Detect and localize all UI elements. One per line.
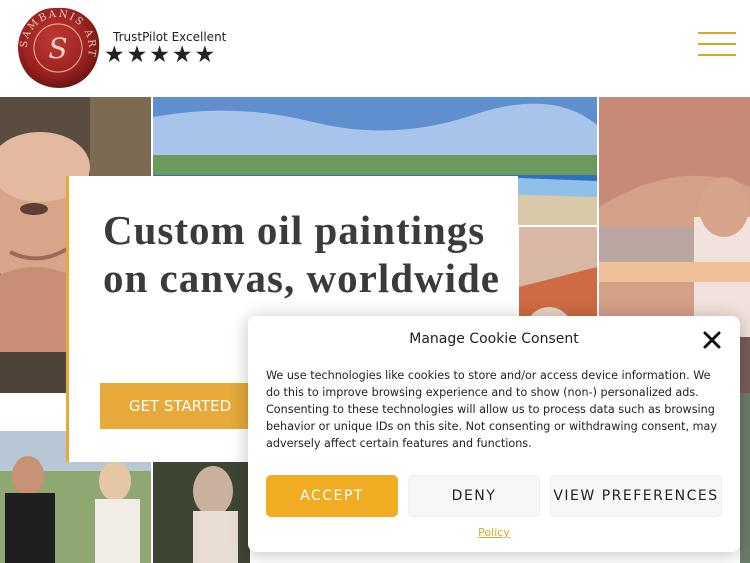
cookie-consent-dialog: Manage Cookie Consent We use technologie…: [248, 316, 740, 552]
hamburger-icon-line: [698, 54, 736, 56]
hero-title: Custom oil paintings on canvas, worldwid…: [103, 207, 501, 301]
hamburger-icon: [698, 32, 736, 34]
close-button[interactable]: [700, 328, 724, 352]
hamburger-icon-line: [698, 43, 736, 45]
star-icon: ★: [194, 42, 216, 68]
wax-seal-logo-icon: SAMBANIS ART S: [18, 7, 100, 88]
view-preferences-button[interactable]: VIEW PREFERENCES: [550, 475, 722, 517]
star-icon: ★: [171, 42, 193, 68]
cookie-dialog-body: We use technologies like cookies to stor…: [266, 369, 718, 450]
get-started-button[interactable]: GET STARTED: [100, 383, 260, 429]
star-icon: ★: [104, 42, 125, 68]
site-header: SAMBANIS ART S TrustPilot Excellent ★ ★ …: [0, 0, 750, 97]
cookie-dialog-title: Manage Cookie Consent: [409, 331, 579, 347]
menu-button[interactable]: [698, 32, 736, 56]
trustpilot-rating: ★ ★ ★ ★ ★: [104, 43, 215, 67]
deny-button[interactable]: DENY: [408, 475, 540, 517]
landscape-painting-edge: [740, 393, 750, 563]
logo-initial: S: [48, 32, 67, 65]
star-icon: ★: [126, 42, 148, 68]
close-icon: [703, 331, 721, 349]
policy-link[interactable]: Policy: [248, 526, 740, 539]
accept-button[interactable]: ACCEPT: [266, 475, 398, 517]
logo[interactable]: SAMBANIS ART S: [14, 5, 102, 91]
star-icon: ★: [149, 42, 170, 68]
